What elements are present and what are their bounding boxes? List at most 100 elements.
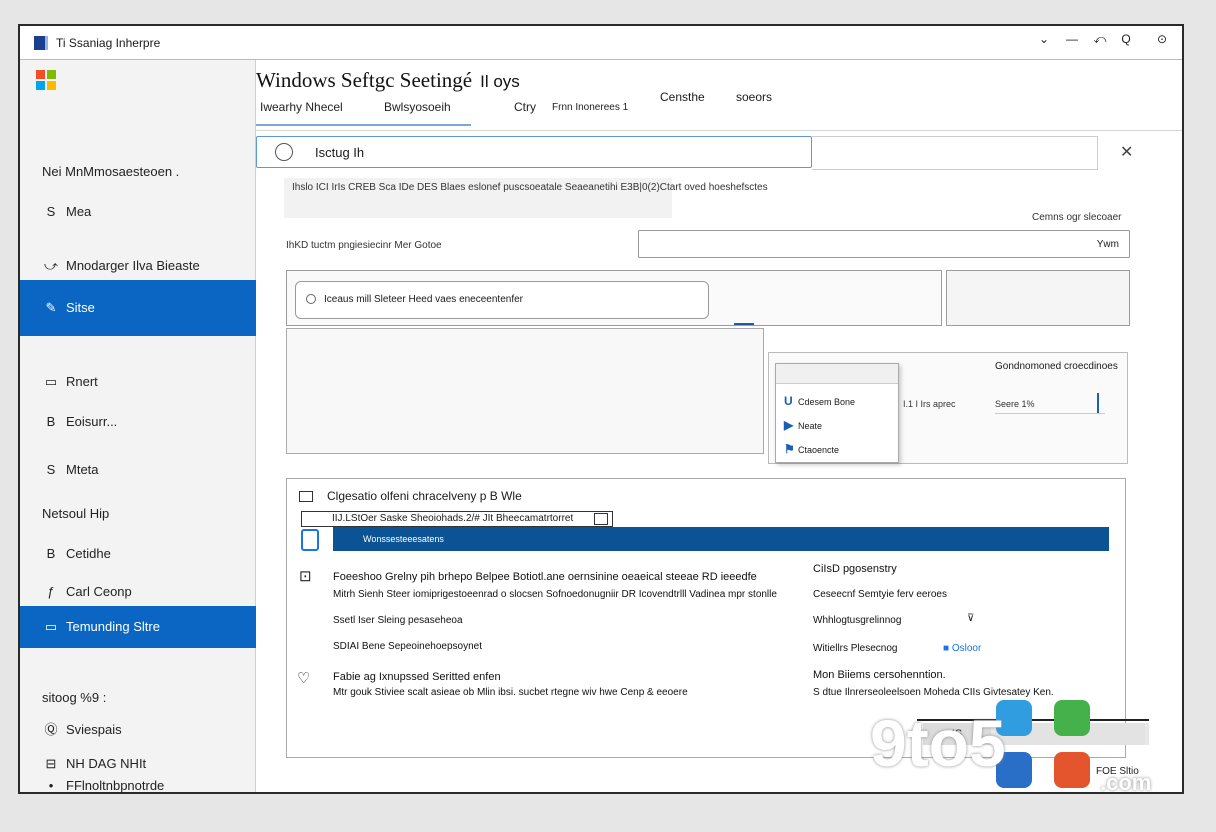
page-title: Windows Seftgc Seetingé Il oys: [256, 68, 520, 93]
sidebar-item-label: Mteta: [66, 462, 99, 477]
para1-line2: Mitrh Sienh Steer iomiprigestoeenrad o s…: [333, 589, 777, 600]
popup-indicator: [1097, 393, 1099, 413]
sidebar-item-mteta[interactable]: S Mteta: [20, 452, 256, 488]
row-label: IhKD tuctm pngiesiecinr Mer Gotoe: [286, 240, 442, 251]
settings-window: Ti Ssaniag Inherpre ⌄ — ⤺ Q ⊙ Nei MnMmos…: [18, 24, 1184, 794]
tab-underline: [256, 124, 471, 126]
tab-nhecel[interactable]: Iwearhy Nhecel: [260, 100, 343, 114]
sidebar-item-label: NH DAG NHIt: [66, 756, 147, 771]
popup-separator: [995, 413, 1105, 414]
right-line1: Ceseecnf Semtyie ferv eeroes: [813, 589, 947, 600]
right-heading: CiIsD pgosenstry: [813, 563, 897, 575]
details-input-value: IIJ.LStOer Saske Sheoiohads.2/# JIt Bhee…: [332, 513, 574, 524]
flag-icon: ⚑: [784, 442, 795, 456]
dropdown-value: Ywm: [1096, 239, 1119, 250]
s-icon: S: [46, 462, 56, 477]
selected-row[interactable]: Wonssesteeesatens: [333, 527, 1109, 551]
filter-icon[interactable]: ⊽: [967, 613, 974, 624]
line4: SDIAI Bene Sepeoinehoepsoynet: [333, 641, 482, 652]
sidebar-item-label: Nei MnMmosaesteoen .: [42, 164, 180, 179]
menu-header: [776, 364, 898, 384]
sidebar-item-sitse[interactable]: ✎ Sitse: [20, 280, 256, 336]
link-censthe[interactable]: Censthe: [660, 90, 705, 104]
watermark-block: [1054, 700, 1090, 736]
sidebar-item-label: Temunding Sltre: [66, 619, 160, 634]
sidebar-item-label: Rnert: [66, 374, 98, 389]
sidebar-item-rnert[interactable]: ▭ Rnert: [20, 364, 256, 400]
tab-ctry[interactable]: Ctry: [514, 100, 536, 114]
tab-bwlsyosoeih[interactable]: Bwlsyosoeih: [384, 100, 451, 114]
sidebar-item-manager[interactable]: ⤻ Mnodarger Ilva Bieaste: [20, 248, 256, 284]
sidebar-item-label: Carl Ceonp: [66, 584, 132, 599]
search-icon[interactable]: Q: [1116, 32, 1136, 46]
sidebar-item-header[interactable]: Nei MnMmosaesteoen .: [20, 154, 256, 190]
back-icon[interactable]: ⤺: [1090, 32, 1110, 47]
panel-search-text: Iceaus mill Sleteer Heed vaes eneceenten…: [324, 294, 524, 305]
settings-icon[interactable]: ⊙: [1152, 32, 1172, 46]
sidebar-item-label: Mea: [66, 204, 92, 219]
corner-label: FOE Sltio: [1096, 766, 1139, 777]
panel-indicator: [734, 323, 754, 325]
sidebar-item-mea[interactable]: S Mea: [20, 194, 256, 230]
sidebar-item-label: Netsoul Hip: [42, 506, 110, 521]
watermark-logo: 9to5: [870, 706, 1006, 780]
play-icon: ▶: [784, 418, 794, 432]
para1-line1: Foeeshoo Grelny pih brhepo Belpee Botiot…: [333, 571, 757, 583]
sidebar-item-ffln[interactable]: • FFlnoltnbpnotrde: [20, 776, 256, 793]
shield-icon: [301, 529, 319, 551]
title-bar: Ti Ssaniag Inherpre ⌄ — ⤺ Q ⊙: [20, 26, 1182, 60]
dropdown-field[interactable]: Ywm: [638, 230, 1130, 258]
right-line3-badge: ■ Osloor: [943, 643, 982, 654]
sidebar-item-label: Cetidhe: [66, 546, 111, 561]
right-label: Cemns ogr slecoaer: [1032, 212, 1122, 223]
side-panel: [946, 270, 1130, 326]
link-soeors[interactable]: soeors: [736, 90, 772, 104]
checkbox-icon: [299, 491, 313, 503]
b-icon: B: [46, 414, 56, 429]
app-icon: [34, 36, 48, 50]
details-input[interactable]: IIJ.LStOer Saske Sheoiohads.2/# JIt Bhee…: [301, 511, 613, 527]
watermark-block: [1054, 752, 1090, 788]
search-input[interactable]: Isctug Ih: [256, 136, 812, 168]
menu-item-neate[interactable]: ▶ Neate: [784, 418, 822, 432]
arrow-icon: ⤻: [44, 258, 58, 273]
popup-col2: Seere 1%: [995, 399, 1035, 409]
sidebar-item-label: sitoog %9 :: [42, 690, 107, 705]
sidebar-item-sviespais[interactable]: Ⓠ Sviespais: [20, 712, 256, 748]
right-line5: S dtue Ilnrerseoleelsoen Moheda CIIs Giv…: [813, 687, 1054, 698]
search-extension: [812, 136, 1098, 170]
description-text: Ihslo ICI IrIs CREB Sca IDe DES Blaes es…: [292, 182, 768, 193]
minimize-button[interactable]: —: [1062, 32, 1082, 46]
sidebar-item-carl[interactable]: ƒ Carl Ceonp: [20, 574, 256, 610]
sidebar-item-netsoul[interactable]: Netsoul Hip: [20, 496, 256, 532]
menu-item-label: Ctaoencte: [798, 445, 840, 455]
menu-item-ctaoencte[interactable]: ⚑ Ctaoencte: [784, 442, 839, 456]
sidebar-item-label: FFlnoltnbpnotrde: [66, 778, 165, 793]
menu-item-label: Neate: [798, 421, 823, 431]
sidebar-item-temunding[interactable]: ▭ Temunding Sltre: [20, 606, 256, 648]
checkbox[interactable]: [594, 513, 608, 525]
b-icon: B: [46, 546, 56, 561]
main-content: Windows Seftgc Seetingé Il oys Iwearhy Nh…: [256, 60, 1182, 792]
monitor-icon: ▭: [44, 619, 58, 634]
sidebar-item-sitoog[interactable]: sitoog %9 :: [20, 680, 256, 716]
search-value: Isctug Ih: [315, 145, 365, 160]
close-icon[interactable]: ✕: [1120, 142, 1133, 162]
para2-line1: Fabie ag Ixnupssed Seritted enfen: [333, 671, 501, 683]
right-line4: Mon Biiems cersohenntion.: [813, 669, 946, 681]
circle-q-icon: Ⓠ: [44, 722, 58, 737]
page-title-suffix: Il oys: [480, 72, 520, 91]
window-icon: ▭: [44, 374, 58, 389]
sidebar-item-cetidhe[interactable]: B Cetidhe: [20, 536, 256, 572]
tab-frnn[interactable]: Frnn Inonerees 1: [552, 102, 628, 113]
details-title-text: Clgesatio olfeni chracelveny p B Wle: [327, 489, 522, 503]
sidebar-item-label: Mnodarger Ilva Bieaste: [66, 258, 200, 273]
para2-line2: Mtr gouk Stiviee scalt asieae ob Mlin ib…: [333, 687, 688, 698]
chevron-down-icon[interactable]: ⌄: [1034, 32, 1054, 46]
panel-search-input[interactable]: Iceaus mill Sleteer Heed vaes eneceenten…: [295, 281, 709, 319]
bullet-icon: •: [48, 778, 54, 793]
popup-col1: I.1 I Irs aprec: [903, 399, 956, 409]
sidebar-item-eoisurr[interactable]: B Eoisurr...: [20, 404, 256, 440]
menu-item-cdesem[interactable]: U Cdesem Bone: [784, 394, 855, 408]
scrollbar[interactable]: [1182, 84, 1184, 764]
